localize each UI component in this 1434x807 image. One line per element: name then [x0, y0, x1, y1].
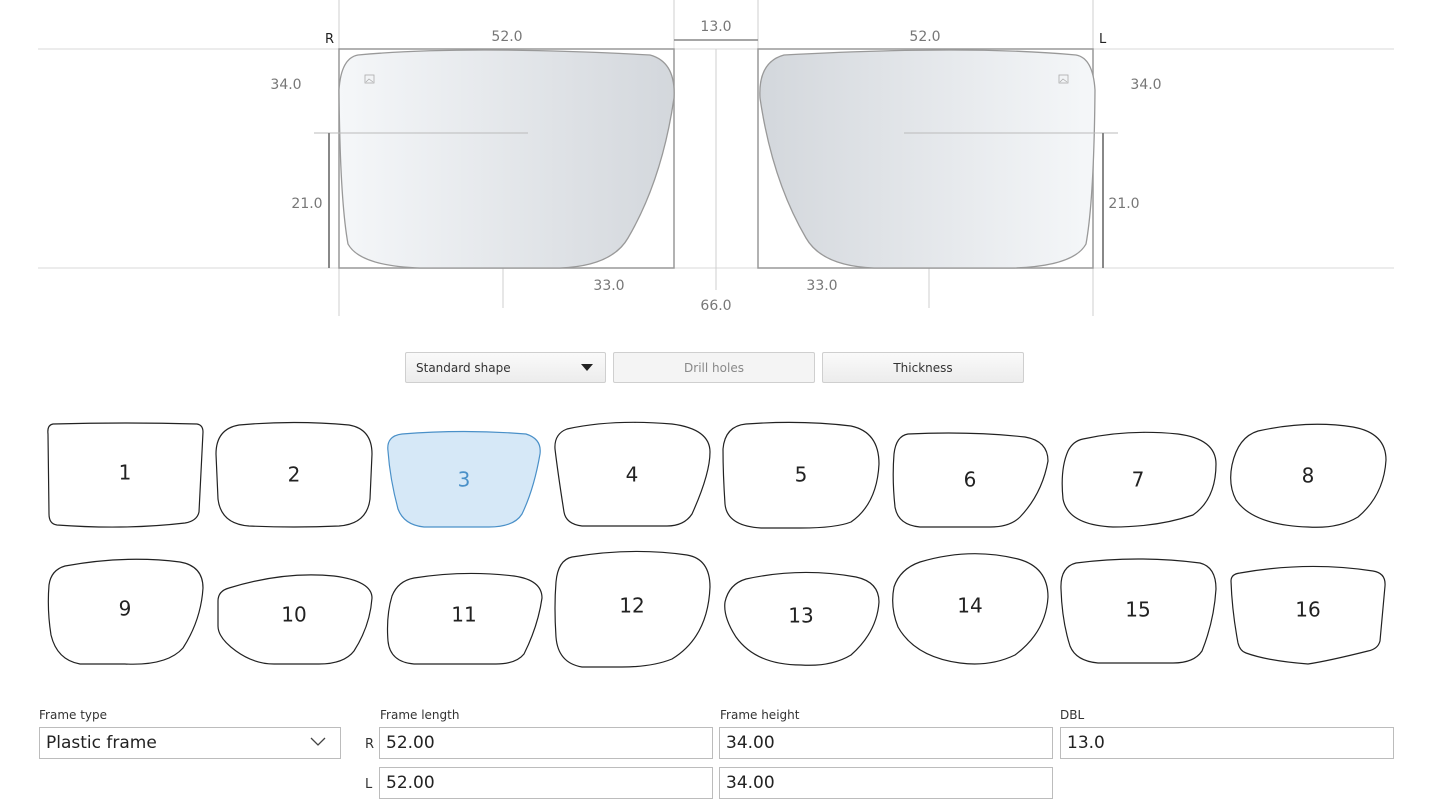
side-label-left: L [1099, 32, 1107, 47]
dbl-label: DBL [1060, 708, 1085, 722]
frame-height-label: Frame height [720, 708, 800, 722]
lens-width-left: 52.0 [909, 29, 940, 45]
shape-number: 12 [619, 594, 644, 618]
shape-option-6[interactable]: 6 [892, 432, 1049, 528]
shape-option-16[interactable]: 16 [1230, 565, 1386, 665]
shape-number: 5 [795, 463, 808, 487]
shape-toolbar: Standard shape Drill holes Thickness [405, 352, 1025, 385]
shape-grid: 1 2 3 4 5 6 7 8 9 10 11 12 13 14 15 16 [47, 421, 1387, 668]
lens-height-right: 34.0 [270, 77, 301, 93]
shape-option-5[interactable]: 5 [722, 421, 880, 529]
shape-number: 11 [451, 603, 476, 627]
row-label-left: L [365, 777, 373, 792]
shape-option-12[interactable]: 12 [554, 550, 711, 668]
drill-holes-button[interactable]: Drill holes [613, 352, 815, 383]
frame-length-label: Frame length [380, 708, 460, 722]
pd-left: 33.0 [806, 278, 837, 294]
shape-number: 10 [281, 603, 306, 627]
shape-type-dropdown[interactable]: Standard shape [405, 352, 606, 383]
thickness-label: Thickness [893, 360, 953, 375]
frame-length-left-input[interactable]: 52.00 [379, 767, 713, 799]
shape-type-label: Standard shape [416, 360, 511, 375]
caret-down-icon [581, 364, 593, 371]
shape-option-11[interactable]: 11 [386, 572, 543, 665]
lens-width-right: 52.0 [491, 29, 522, 45]
thickness-button[interactable]: Thickness [822, 352, 1024, 383]
fitting-height-left: 21.0 [1108, 196, 1139, 212]
shape-number: 1 [119, 461, 132, 485]
dbl-input[interactable]: 13.0 [1060, 727, 1394, 759]
shape-option-13[interactable]: 13 [724, 571, 880, 666]
shape-option-7[interactable]: 7 [1061, 431, 1217, 528]
shape-number: 6 [964, 468, 977, 492]
bridge-width: 13.0 [700, 19, 731, 35]
shape-number: 8 [1302, 464, 1315, 488]
shape-option-8[interactable]: 8 [1230, 423, 1387, 528]
pd-total: 66.0 [700, 298, 731, 314]
shape-number: 16 [1295, 598, 1320, 622]
fitting-height-right: 21.0 [291, 196, 322, 212]
shape-option-3[interactable]: 3 [387, 430, 541, 528]
shape-number: 2 [288, 463, 301, 487]
side-label-right: R [325, 32, 334, 47]
frame-type-select[interactable]: Plastic frame [39, 727, 341, 759]
shape-option-1[interactable]: 1 [47, 422, 204, 528]
drill-holes-label: Drill holes [684, 360, 744, 375]
shape-option-15[interactable]: 15 [1060, 558, 1217, 664]
left-lens-shape [759, 49, 1096, 269]
shape-option-10[interactable]: 10 [217, 574, 373, 665]
frame-height-left-input[interactable]: 34.00 [719, 767, 1053, 799]
shape-number: 13 [788, 604, 813, 628]
frame-height-right-input[interactable]: 34.00 [719, 727, 1053, 759]
shape-number: 4 [626, 463, 639, 487]
shape-number: 14 [957, 594, 982, 618]
shape-option-4[interactable]: 4 [554, 421, 711, 527]
shape-option-2[interactable]: 2 [215, 421, 373, 528]
shape-option-9[interactable]: 9 [47, 558, 204, 665]
shape-option-14[interactable]: 14 [892, 553, 1049, 665]
chevron-down-icon [310, 737, 326, 746]
shape-number: 9 [119, 597, 132, 621]
frame-length-right-input[interactable]: 52.00 [379, 727, 713, 759]
shape-number: 3 [458, 468, 471, 492]
right-lens-shape [338, 49, 675, 269]
pd-right: 33.0 [593, 278, 624, 294]
shape-number: 15 [1125, 598, 1150, 622]
shape-number: 7 [1132, 468, 1145, 492]
lens-height-left: 34.0 [1130, 77, 1161, 93]
row-label-right: R [365, 737, 375, 752]
frame-type-label: Frame type [39, 708, 108, 722]
frame-type-value: Plastic frame [46, 733, 157, 753]
frame-measurement-diagram: R L 52.0 13.0 52.0 34.0 34.0 21.0 21.0 3… [38, 0, 1394, 316]
